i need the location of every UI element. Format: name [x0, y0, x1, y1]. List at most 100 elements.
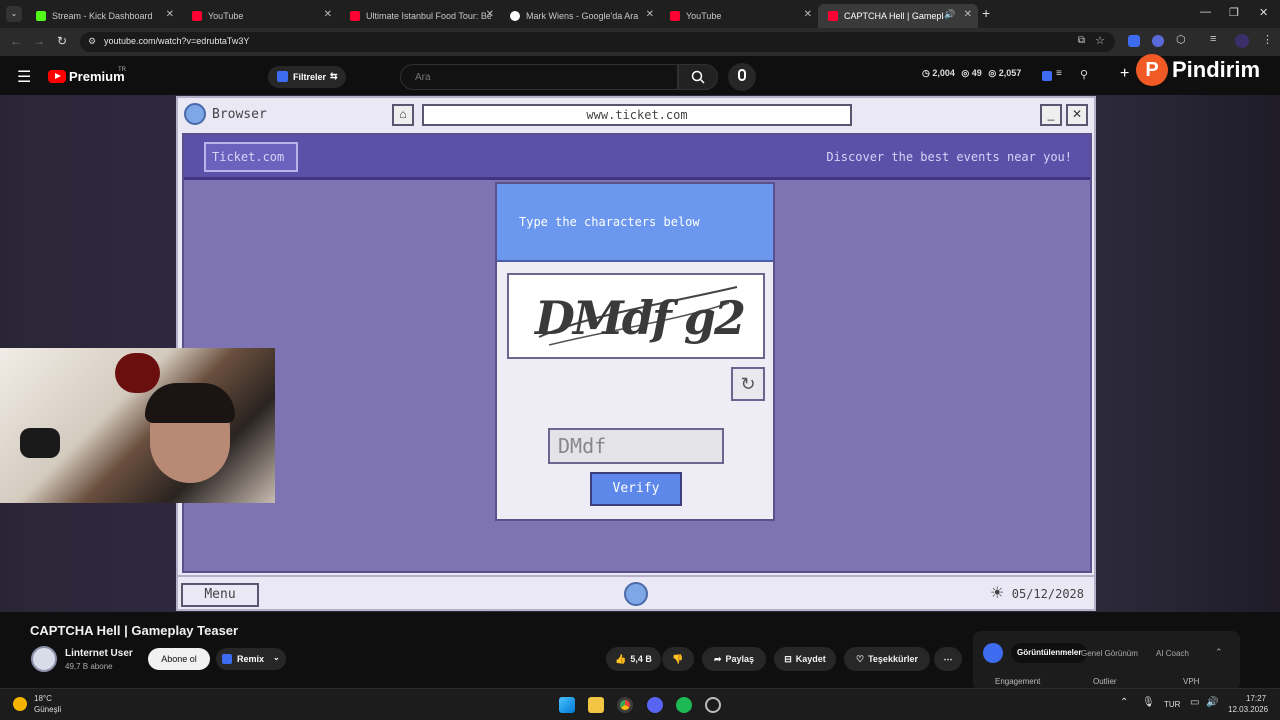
close-icon[interactable]: ✕ — [486, 9, 494, 20]
reload-icon[interactable]: ↻ — [57, 34, 67, 48]
webcam-overlay — [0, 348, 275, 503]
tab-istanbul-food[interactable]: Ultimate Istanbul Food Tour: Be ✕ — [340, 4, 500, 28]
channel-avatar[interactable] — [31, 646, 57, 672]
spotify-icon[interactable] — [676, 697, 692, 713]
verify-button[interactable]: Verify — [590, 472, 682, 506]
youtube-logo-text[interactable]: Premium — [69, 69, 125, 84]
app-icon[interactable] — [705, 697, 721, 713]
clock-icon: ◷ — [922, 68, 930, 78]
close-icon[interactable]: ✕ — [646, 9, 654, 20]
discord-icon[interactable] — [647, 697, 663, 713]
bookmark-icon[interactable]: ☆ — [1095, 34, 1105, 47]
search-box[interactable] — [400, 64, 678, 90]
speaker-icon[interactable]: 🔊 — [944, 9, 955, 20]
search-button[interactable] — [678, 64, 718, 90]
tab-title: Mark Wiens - Google'da Ara — [526, 11, 639, 21]
close-icon[interactable]: ✕ — [1066, 104, 1088, 126]
captcha-input[interactable]: DMdf — [548, 428, 724, 464]
save-button[interactable]: ⊟ Kaydet — [774, 647, 836, 671]
hamburger-icon[interactable]: ☰ — [17, 67, 31, 87]
tab-title: Ultimate Istanbul Food Tour: Be — [366, 11, 491, 21]
tab-title: CAPTCHA Hell | Gameplay — [844, 11, 944, 21]
new-tab-icon[interactable]: + — [982, 5, 990, 21]
thanks-button[interactable]: ♡ Teşekkürler — [844, 647, 930, 671]
install-icon[interactable]: ⧉ — [1078, 35, 1085, 46]
site-header: Ticket.com Discover the best events near… — [184, 135, 1090, 180]
file-explorer-icon[interactable] — [588, 697, 604, 713]
create-icon[interactable]: + — [1120, 65, 1129, 83]
dislike-button[interactable]: 👎 — [662, 647, 694, 671]
extension-icon[interactable] — [1042, 71, 1052, 81]
site-logo[interactable]: Ticket.com — [204, 142, 298, 172]
like-button[interactable]: 👍 5,4 B — [606, 647, 661, 671]
weather-icon[interactable] — [13, 697, 27, 711]
extension-icon — [277, 71, 288, 82]
close-icon[interactable]: ✕ — [804, 9, 812, 20]
windows-start-icon[interactable] — [559, 697, 575, 713]
address-bar[interactable]: ⚙ youtube.com/watch?v=edrubtaTw3Y ⧉ ☆ — [80, 32, 1115, 52]
profile-avatar[interactable] — [1235, 34, 1249, 48]
close-icon[interactable]: ✕ — [964, 9, 972, 20]
language-indicator[interactable]: TUR — [1164, 700, 1180, 709]
youtube-logo-icon[interactable] — [48, 70, 66, 83]
panel-tab-overview[interactable]: Genel Görünüm — [1081, 649, 1138, 658]
panel-tab-ai-coach[interactable]: AI Coach — [1156, 649, 1189, 658]
refresh-captcha-button[interactable]: ↻ — [731, 367, 765, 401]
tab-google-search[interactable]: Mark Wiens - Google'da Ara ✕ — [500, 4, 660, 28]
panel-tab-views[interactable]: Görüntülenmeler — [1011, 643, 1088, 663]
filters-button[interactable]: Filtreler ⇆ — [268, 66, 346, 88]
reading-list-icon[interactable]: ≡ — [1210, 33, 1216, 45]
search-icon — [691, 70, 705, 84]
clock-time[interactable]: 17:27 — [1246, 694, 1266, 703]
tab-youtube-1[interactable]: YouTube ✕ — [182, 4, 338, 28]
mic-icon — [738, 69, 746, 81]
clock-date[interactable]: 12.03.2026 — [1228, 705, 1268, 714]
close-icon[interactable]: ✕ — [166, 9, 174, 20]
chrome-icon[interactable] — [617, 697, 633, 713]
chevron-up-icon[interactable]: ⌃ — [1120, 697, 1128, 708]
close-window-icon[interactable]: ✕ — [1259, 6, 1268, 19]
share-button[interactable]: ➦ Paylaş — [702, 647, 766, 671]
volume-icon[interactable]: 🔊 — [1206, 697, 1218, 708]
restore-icon[interactable]: ❐ — [1229, 6, 1239, 19]
tab-kick[interactable]: Stream - Kick Dashboard ✕ — [26, 4, 180, 28]
youtube-icon — [828, 11, 838, 21]
col-engagement: Engagement — [995, 677, 1041, 686]
google-icon — [510, 11, 520, 21]
search-input[interactable] — [415, 70, 665, 84]
subscribe-button[interactable]: Abone ol — [148, 648, 210, 670]
network-icon[interactable]: ▭ — [1190, 697, 1199, 708]
minimize-icon[interactable]: — — [1200, 6, 1211, 18]
list-icon[interactable]: ≡ — [1056, 68, 1062, 79]
voice-search-button[interactable] — [728, 63, 756, 91]
channel-name[interactable]: Linternet User — [65, 648, 133, 659]
tab-youtube-2[interactable]: YouTube ✕ — [660, 4, 818, 28]
extension-icon[interactable] — [1128, 35, 1140, 47]
url-text: youtube.com/watch?v=edrubtaTw3Y — [104, 36, 250, 46]
close-icon[interactable]: ✕ — [324, 9, 332, 20]
extension-icon[interactable] — [1152, 35, 1164, 47]
youtube-icon — [192, 11, 202, 21]
forward-icon[interactable]: → — [33, 34, 45, 48]
globe-icon[interactable] — [624, 582, 648, 606]
refresh-icon: ↻ — [740, 374, 756, 394]
more-actions-button[interactable]: ⋯ — [934, 647, 962, 671]
tab-search-icon[interactable]: ⌄ — [6, 6, 22, 22]
site-info-icon[interactable]: ⚙ — [88, 36, 96, 47]
minimize-icon[interactable]: _ — [1040, 104, 1062, 126]
bookmark-icon: ⊟ — [784, 653, 792, 664]
site-tagline: Discover the best events near you! — [826, 150, 1072, 164]
share-label: Paylaş — [725, 654, 755, 664]
mic-icon[interactable]: 🎙 — [1142, 697, 1155, 708]
puzzle-icon[interactable]: ⬡ — [1176, 33, 1186, 46]
game-title-bar: Browser ⌂ www.ticket.com _ ✕ — [178, 98, 1094, 131]
back-icon[interactable]: ← — [10, 34, 22, 48]
tab-title: Stream - Kick Dashboard — [52, 11, 153, 21]
remix-button[interactable]: Remix ⌄ — [216, 648, 286, 670]
chevron-up-icon[interactable]: ⌃ — [1215, 647, 1223, 658]
menu-button[interactable]: Menu — [181, 583, 259, 607]
menu-dots-icon[interactable]: ⋮ — [1262, 33, 1273, 46]
cast-icon[interactable]: ⚲ — [1080, 68, 1088, 81]
home-icon[interactable]: ⌂ — [392, 104, 414, 126]
tab-captcha-hell[interactable]: CAPTCHA Hell | Gameplay 🔊 ✕ — [818, 4, 978, 28]
